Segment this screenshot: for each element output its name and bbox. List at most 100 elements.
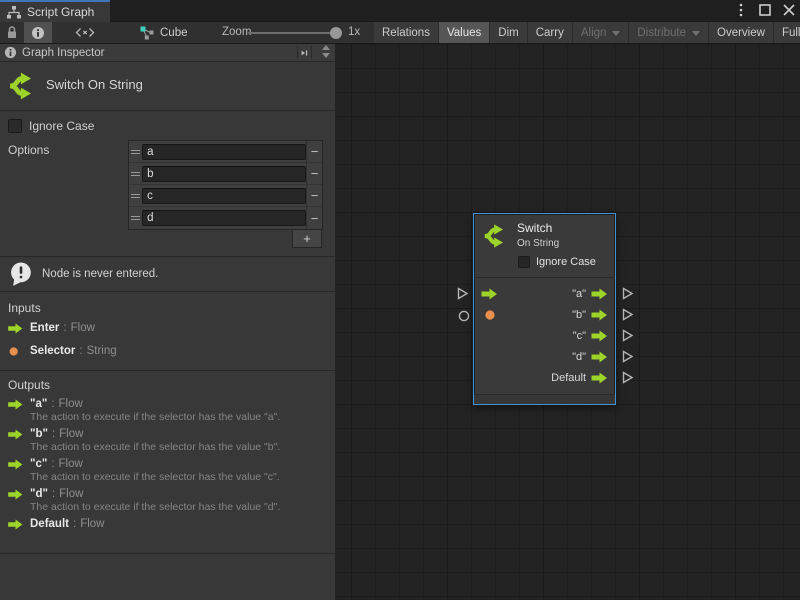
- option-row: −: [129, 163, 322, 185]
- graph-icon: [7, 6, 21, 19]
- port-name: "a": [30, 398, 47, 410]
- flow-output-port-icon[interactable]: [591, 309, 608, 321]
- overview-button[interactable]: Overview: [709, 22, 774, 43]
- option-input[interactable]: [142, 188, 306, 204]
- relations-button[interactable]: Relations: [374, 22, 439, 43]
- drag-handle[interactable]: [129, 216, 142, 220]
- tab-label: Script Graph: [27, 5, 94, 19]
- port-row: "d": [474, 346, 615, 367]
- flow-output-stub-icon[interactable]: [622, 287, 634, 300]
- output-port-item: "c" : Flow The action to execute if the …: [8, 458, 328, 484]
- flow-arrow-icon: [8, 519, 23, 530]
- menu-icon[interactable]: [734, 3, 748, 17]
- flow-output-port-icon[interactable]: [591, 351, 608, 363]
- port-description: The action to execute if the selector ha…: [30, 471, 328, 484]
- port-name: "b": [30, 428, 48, 440]
- node-ignore-case-checkbox[interactable]: [518, 256, 530, 268]
- graph-owner-label: Cube: [160, 27, 188, 39]
- code-view-button[interactable]: [56, 22, 114, 43]
- port-name: Enter: [30, 322, 59, 334]
- drag-handle[interactable]: [129, 172, 142, 176]
- graph-owner-button[interactable]: Cube: [140, 22, 188, 43]
- port-label: "c": [573, 330, 586, 342]
- port-description: The action to execute if the selector ha…: [30, 411, 328, 424]
- output-port-item: "b" : Flow The action to execute if the …: [8, 428, 328, 454]
- add-option-button[interactable]: +: [292, 229, 322, 248]
- arrow-down-icon[interactable]: [322, 53, 330, 58]
- remove-option-button[interactable]: −: [306, 141, 322, 163]
- code-icon: [75, 27, 95, 38]
- flow-output-stub-icon[interactable]: [622, 329, 634, 342]
- zoom-slider-track: [248, 32, 340, 34]
- zoom-slider-handle[interactable]: [330, 27, 342, 39]
- port-type: Flow: [59, 398, 83, 410]
- arrow-up-icon[interactable]: [322, 45, 330, 50]
- drag-handle[interactable]: [129, 194, 142, 198]
- inputs-header: Inputs: [8, 301, 41, 315]
- dock-panel-button[interactable]: [297, 46, 312, 59]
- node-header[interactable]: Switch On String Ignore Case: [474, 214, 615, 278]
- info-icon: [4, 46, 17, 59]
- ignore-case-checkbox[interactable]: [8, 119, 22, 133]
- flow-output-stub-icon[interactable]: [622, 350, 634, 363]
- port-row: Default: [474, 367, 615, 388]
- warning-bubble-icon: [9, 262, 36, 287]
- lock-button[interactable]: [0, 22, 24, 43]
- align-dropdown[interactable]: Align: [573, 22, 630, 43]
- outputs-header: Outputs: [8, 378, 50, 392]
- flow-arrow-icon: [8, 459, 23, 470]
- warning-box: Node is never entered.: [0, 256, 335, 292]
- option-input[interactable]: [142, 144, 306, 160]
- toolbar-button-group: Relations Values Dim Carry Align Distrib…: [374, 22, 800, 43]
- port-type: Flow: [71, 322, 95, 334]
- port-label: "d": [572, 351, 586, 363]
- drag-handle[interactable]: [129, 150, 142, 154]
- fullscreen-button[interactable]: Full Screen: [774, 22, 800, 43]
- port-name: "c": [30, 458, 47, 470]
- close-icon[interactable]: [782, 3, 796, 17]
- outputs-list: "a" : Flow The action to execute if the …: [8, 398, 328, 534]
- port-type: Flow: [59, 488, 83, 500]
- carry-button[interactable]: Carry: [528, 22, 573, 43]
- switch-on-string-node[interactable]: Switch On String Ignore Case "a": [473, 213, 616, 405]
- option-row: −: [129, 185, 322, 207]
- option-input[interactable]: [142, 210, 306, 226]
- tab-script-graph[interactable]: Script Graph: [0, 0, 110, 22]
- flow-input-stub-icon[interactable]: [457, 287, 469, 300]
- output-port-item: "d" : Flow The action to execute if the …: [8, 488, 328, 514]
- option-row: −: [129, 207, 322, 229]
- remove-option-button[interactable]: −: [306, 207, 322, 229]
- value-input-stub-icon[interactable]: [458, 310, 470, 322]
- panel-scroll-spinner[interactable]: [322, 45, 330, 58]
- switch-unit-icon: [483, 223, 509, 249]
- flow-output-port-icon[interactable]: [591, 330, 608, 342]
- input-port-item: Enter : Flow: [8, 322, 95, 334]
- flow-arrow-icon: [8, 323, 23, 334]
- option-input[interactable]: [142, 166, 306, 182]
- maximize-icon[interactable]: [758, 3, 772, 17]
- divider: [0, 370, 335, 371]
- flow-output-port-icon[interactable]: [591, 372, 608, 384]
- divider: [0, 553, 335, 554]
- chevron-down-icon: [612, 31, 620, 36]
- flow-arrow-icon: [8, 489, 23, 500]
- zoom-slider[interactable]: [248, 22, 344, 43]
- graph-canvas[interactable]: Switch On String Ignore Case "a": [335, 44, 800, 600]
- remove-option-button[interactable]: −: [306, 163, 322, 185]
- string-input-port-icon[interactable]: [484, 309, 496, 321]
- inspector-toggle-button[interactable]: [24, 22, 52, 43]
- window-controls: [734, 0, 796, 20]
- flow-input-port-icon[interactable]: [481, 288, 498, 300]
- flow-output-stub-icon[interactable]: [622, 371, 634, 384]
- dim-button[interactable]: Dim: [490, 22, 527, 43]
- flow-output-port-icon[interactable]: [591, 288, 608, 300]
- distribute-dropdown[interactable]: Distribute: [629, 22, 709, 43]
- unit-title: Switch On String: [46, 77, 143, 92]
- port-name: Selector: [30, 345, 75, 357]
- options-label: Options: [8, 143, 49, 157]
- values-button[interactable]: Values: [439, 22, 490, 43]
- inspector-header: Graph Inspector: [0, 44, 335, 62]
- flow-output-stub-icon[interactable]: [622, 308, 634, 321]
- zoom-label: Zoom: [222, 26, 251, 38]
- remove-option-button[interactable]: −: [306, 185, 322, 207]
